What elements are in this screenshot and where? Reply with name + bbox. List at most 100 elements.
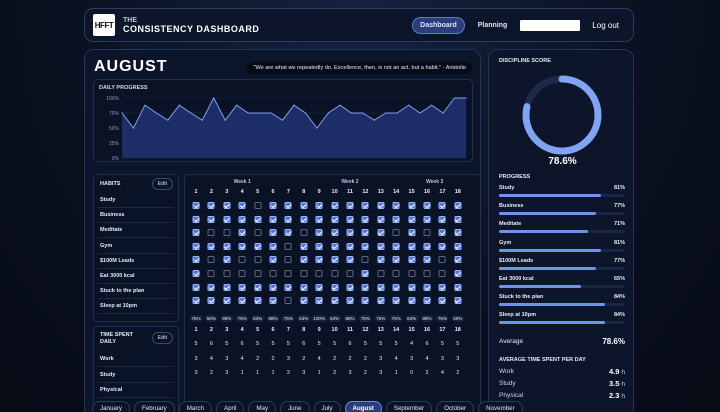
time-value[interactable]: 6 (241, 341, 244, 347)
habit-checkbox[interactable] (408, 242, 416, 250)
time-value[interactable]: 1 (271, 370, 274, 376)
habit-checkbox[interactable] (438, 270, 446, 277)
habit-checkbox[interactable] (207, 215, 215, 223)
habit-checkbox[interactable] (392, 215, 400, 223)
habit-checkbox[interactable] (408, 256, 416, 264)
time-value[interactable]: 6 (302, 341, 305, 347)
time-value[interactable]: 5 (271, 341, 274, 347)
time-value[interactable]: 1 (318, 370, 321, 376)
habit-checkbox[interactable] (284, 242, 292, 250)
habit-checkbox[interactable] (408, 229, 416, 237)
habit-checkbox[interactable] (346, 283, 354, 291)
habit-checkbox[interactable] (331, 202, 339, 209)
habit-checkbox[interactable] (377, 256, 385, 264)
habit-checkbox[interactable] (377, 283, 385, 291)
habit-checkbox[interactable] (254, 270, 262, 277)
habit-checkbox[interactable] (238, 202, 246, 209)
habit-checkbox[interactable] (392, 242, 400, 250)
habit-checkbox[interactable] (223, 283, 231, 291)
habit-checkbox[interactable] (346, 256, 354, 264)
time-value[interactable]: 1 (395, 370, 398, 376)
time-value[interactable]: 3 (225, 370, 228, 376)
habit-checkbox[interactable] (377, 215, 385, 223)
habit-checkbox[interactable] (315, 229, 323, 237)
time-value[interactable]: 3 (456, 356, 459, 362)
habit-checkbox[interactable] (300, 229, 308, 237)
habit-checkbox[interactable] (223, 270, 231, 277)
month-button-september[interactable]: September (385, 401, 433, 412)
habit-checkbox[interactable] (438, 242, 446, 250)
month-button-october[interactable]: October (436, 401, 475, 412)
time-value[interactable]: 5 (441, 341, 444, 347)
habit-checkbox[interactable] (207, 242, 215, 250)
time-value[interactable]: 3 (225, 356, 228, 362)
time-value[interactable]: 3 (302, 370, 305, 376)
time-value[interactable]: 2 (364, 370, 367, 376)
habit-checkbox[interactable] (331, 256, 339, 264)
habit-checkbox[interactable] (408, 215, 416, 223)
habit-checkbox[interactable] (331, 242, 339, 250)
time-value[interactable]: 5 (379, 341, 382, 347)
time-spent-edit-button[interactable]: Edit (151, 332, 173, 344)
habit-checkbox[interactable] (454, 242, 462, 250)
habit-checkbox[interactable] (315, 283, 323, 291)
habit-checkbox[interactable] (207, 283, 215, 291)
time-value[interactable]: 5 (256, 341, 259, 347)
habit-checkbox[interactable] (315, 215, 323, 223)
habit-checkbox[interactable] (300, 215, 308, 223)
time-value[interactable]: 4 (318, 356, 321, 362)
time-value[interactable]: 3 (379, 370, 382, 376)
habit-checkbox[interactable] (438, 256, 446, 264)
time-value[interactable]: 2 (333, 370, 336, 376)
time-value[interactable]: 2 (210, 370, 213, 376)
habit-checkbox[interactable] (254, 242, 262, 250)
time-value[interactable]: 3 (348, 370, 351, 376)
time-value[interactable]: 5 (364, 341, 367, 347)
time-value[interactable]: 1 (256, 370, 259, 376)
habit-checkbox[interactable] (238, 229, 246, 237)
habit-checkbox[interactable] (346, 202, 354, 209)
habit-checkbox[interactable] (284, 270, 292, 277)
time-value[interactable]: 2 (287, 370, 290, 376)
time-value[interactable]: 5 (194, 341, 197, 347)
habit-checkbox[interactable] (284, 229, 292, 237)
habit-checkbox[interactable] (300, 256, 308, 264)
habit-checkbox[interactable] (392, 202, 400, 209)
month-button-april[interactable]: April (215, 401, 245, 412)
habit-checkbox[interactable] (454, 256, 462, 264)
time-value[interactable]: 2 (256, 356, 259, 362)
habit-checkbox[interactable] (392, 283, 400, 291)
habit-checkbox[interactable] (438, 297, 446, 305)
time-value[interactable]: 0 (410, 370, 413, 376)
habit-checkbox[interactable] (254, 256, 262, 264)
search-input[interactable] (520, 19, 581, 31)
habit-checkbox[interactable] (238, 242, 246, 250)
habit-checkbox[interactable] (238, 297, 246, 305)
time-value[interactable]: 2 (364, 356, 367, 362)
habit-checkbox[interactable] (269, 297, 277, 305)
habit-checkbox[interactable] (238, 270, 246, 277)
habit-checkbox[interactable] (408, 202, 416, 209)
habit-checkbox[interactable] (254, 202, 262, 209)
habit-checkbox[interactable] (454, 283, 462, 291)
time-value[interactable]: 2 (271, 356, 274, 362)
habit-checkbox[interactable] (346, 215, 354, 223)
habit-checkbox[interactable] (254, 215, 262, 223)
habit-checkbox[interactable] (192, 270, 200, 277)
habit-checkbox[interactable] (423, 242, 431, 250)
habits-edit-button[interactable]: Edit (151, 178, 173, 190)
habit-checkbox[interactable] (361, 283, 369, 291)
habit-checkbox[interactable] (438, 202, 446, 209)
habit-checkbox[interactable] (408, 283, 416, 291)
habit-checkbox[interactable] (238, 283, 246, 291)
habit-checkbox[interactable] (423, 297, 431, 305)
habit-checkbox[interactable] (223, 229, 231, 237)
habit-checkbox[interactable] (223, 215, 231, 223)
time-value[interactable]: 6 (348, 341, 351, 347)
habit-checkbox[interactable] (408, 297, 416, 305)
month-button-november[interactable]: November (478, 401, 523, 412)
habit-checkbox[interactable] (269, 283, 277, 291)
habit-checkbox[interactable] (423, 283, 431, 291)
habit-checkbox[interactable] (223, 242, 231, 250)
habit-checkbox[interactable] (300, 283, 308, 291)
